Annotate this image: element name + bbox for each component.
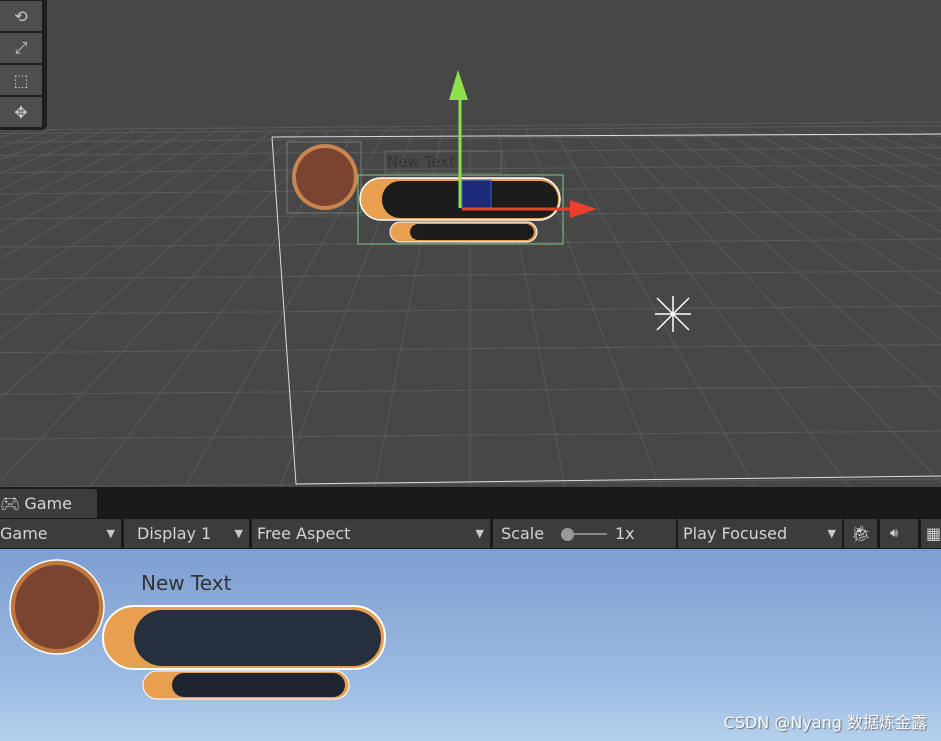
bug-icon: 🐞︎ [851, 524, 872, 543]
view-dropdown[interactable]: Game ▼ [0, 519, 121, 548]
tab-game[interactable]: 🎮︎ Game [0, 489, 97, 518]
scale-tool-icon: ⤢ [14, 38, 28, 57]
gizmos-button[interactable]: ▦ [921, 519, 941, 548]
game-view[interactable]: New Text CSDN @Nyang 数据炼金露 [0, 549, 941, 741]
aspect-dropdown[interactable]: Free Aspect ▼ [252, 519, 490, 548]
mute-audio-button[interactable]: 🔊︎ [880, 519, 918, 548]
rotate-tool-button[interactable]: ⟲ [0, 1, 42, 31]
speaker-icon: 🔊︎ [890, 526, 899, 541]
transform-tool-icon: ✥ [14, 102, 28, 122]
stats-button[interactable]: 🐞︎ [844, 519, 877, 548]
rect-tool-button[interactable]: ⬚ [0, 65, 42, 95]
scale-control: Scale 1x [493, 519, 676, 548]
watermark: CSDN @Nyang 数据炼金露 [723, 713, 927, 732]
transform-tool-button[interactable]: ✥ [0, 97, 42, 127]
scene-new-text: New Text [387, 153, 455, 171]
scene-view[interactable]: New Text ⟲ ⤢ ⬚ ✥ [0, 0, 941, 487]
game-new-text: New Text [141, 571, 232, 595]
play-mode-dropdown[interactable]: Play Focused ▼ [678, 519, 842, 548]
x-axis-arrow-icon [570, 200, 597, 218]
display-dropdown[interactable]: Display 1 ▼ [124, 519, 249, 548]
y-axis-arrow-icon [449, 70, 468, 100]
gamepad-icon: 🎮︎ [0, 494, 21, 513]
scene-grid: New Text [0, 70, 941, 487]
scene-tools-panel: ⟲ ⤢ ⬚ ✥ [0, 0, 47, 130]
rect-tool-icon: ⬚ [13, 70, 29, 90]
game-toolbar: Game ▼ Display 1 ▼ Free Aspect ▼ Scale 1x P… [0, 518, 941, 549]
tab-bar: 🎮︎ Game [0, 487, 941, 518]
scale-tool-button[interactable]: ⤢ [0, 33, 42, 63]
grid-icon: ▦ [926, 524, 941, 543]
scale-slider-handle[interactable] [561, 528, 574, 541]
rotate-tool-icon: ⟲ [14, 6, 28, 26]
light-icon [655, 296, 691, 332]
